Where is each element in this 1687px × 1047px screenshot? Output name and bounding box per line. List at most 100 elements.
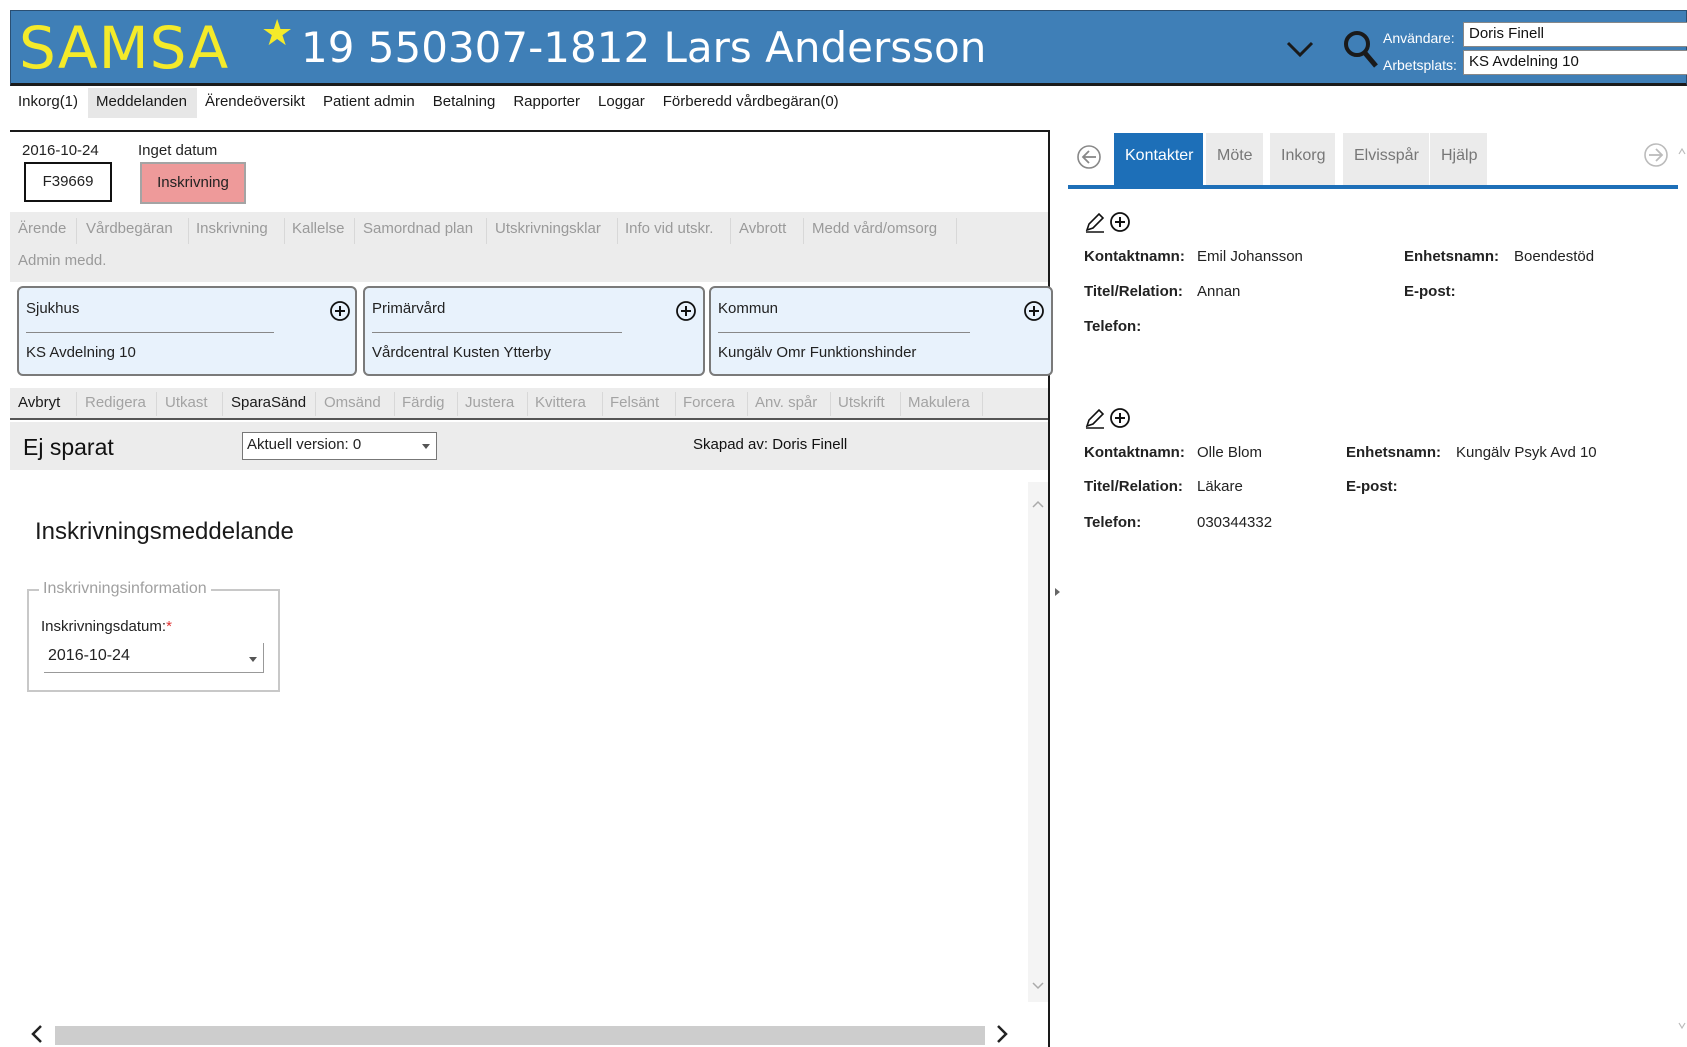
panel-splitter-icon[interactable]: [1055, 588, 1060, 596]
version-select[interactable]: Aktuell version: 0: [242, 432, 437, 460]
tab-elvisspar[interactable]: Elvisspår: [1343, 133, 1429, 185]
contact-name-label: Kontaktnamn:: [1084, 444, 1185, 461]
menu-forberedd-vardbegaran[interactable]: Förberedd vårdbegäran(0): [655, 88, 849, 118]
menu-inkorg[interactable]: Inkorg(1): [10, 88, 88, 118]
admission-date-label: Inskrivningsdatum:*: [41, 618, 172, 635]
admission-date-input[interactable]: 2016-10-24: [44, 643, 264, 673]
tab-vardbegaran[interactable]: Vårdbegäran: [86, 220, 173, 237]
contact-name-label: Kontaktnamn:: [1084, 248, 1185, 265]
workplace-field[interactable]: KS Avdelning 10: [1463, 50, 1687, 75]
add-circle-icon[interactable]: [329, 300, 351, 322]
created-by: Skapad av: Doris Finell: [693, 436, 848, 453]
back-arrow-icon[interactable]: [1075, 143, 1103, 171]
tab-admin-medd[interactable]: Admin medd.: [18, 252, 106, 269]
menu-arendeoversikt[interactable]: Ärendeöversikt: [197, 88, 315, 118]
action-felsant[interactable]: Felsänt: [610, 394, 659, 411]
tab-medd-vard-omsorg[interactable]: Medd vård/omsorg: [812, 220, 937, 237]
menu-betalning[interactable]: Betalning: [425, 88, 506, 118]
action-fardig[interactable]: Färdig: [402, 394, 445, 411]
email-label: E-post:: [1346, 478, 1398, 495]
case-panel: 2016-10-24 Inget datum F39669 Inskrivnin…: [10, 130, 1053, 1047]
horizontal-scrollbar[interactable]: [10, 1020, 1028, 1047]
card-kommun[interactable]: Kommun Kungälv Omr Funktionshinder: [709, 286, 1053, 376]
tab-kontakter[interactable]: Kontakter: [1114, 133, 1204, 185]
action-sparasand[interactable]: SparaSänd: [231, 394, 306, 411]
tab-arende[interactable]: Ärende: [18, 220, 66, 237]
tab-hjalp[interactable]: Hjälp: [1430, 133, 1488, 185]
tab-samordnad-plan[interactable]: Samordnad plan: [363, 220, 473, 237]
action-redigera[interactable]: Redigera: [85, 394, 146, 411]
phone-label: Telefon:: [1084, 318, 1142, 335]
title-relation: Läkare: [1197, 478, 1243, 495]
contact-name: Emil Johansson: [1197, 248, 1303, 265]
search-icon[interactable]: [1343, 29, 1379, 69]
title-relation-label: Titel/Relation:: [1084, 283, 1183, 300]
action-kvittera[interactable]: Kvittera: [535, 394, 586, 411]
tab-inskrivning[interactable]: Inskrivning: [196, 220, 268, 237]
admission-date-label-text: Inskrivningsdatum:: [41, 618, 167, 635]
action-justera[interactable]: Justera: [465, 394, 514, 411]
tab-avbrott[interactable]: Avbrott: [739, 220, 786, 237]
add-circle-icon[interactable]: [675, 300, 697, 322]
tab-kallelse[interactable]: Kallelse: [292, 220, 345, 237]
scroll-down-icon[interactable]: [1032, 982, 1044, 990]
action-anv-spar[interactable]: Anv. spår: [755, 394, 817, 411]
case-id: F39669: [24, 162, 112, 202]
tab-inkorg[interactable]: Inkorg: [1270, 133, 1336, 185]
menu-rapporter[interactable]: Rapporter: [505, 88, 590, 118]
contact-actions: [1085, 212, 1130, 233]
tab-mote[interactable]: Möte: [1206, 133, 1263, 185]
main-menu: Inkorg(1) Meddelanden Ärendeöversikt Pat…: [10, 88, 849, 118]
card-value: KS Avdelning 10: [26, 344, 136, 361]
action-utskrift[interactable]: Utskrift: [838, 394, 885, 411]
action-forcera[interactable]: Forcera: [683, 394, 735, 411]
menu-loggar[interactable]: Loggar: [590, 88, 655, 118]
save-status: Ej sparat: [23, 434, 114, 460]
side-panel-scrollbar[interactable]: [1678, 138, 1687, 1038]
action-makulera[interactable]: Makulera: [908, 394, 970, 411]
menu-patient-admin[interactable]: Patient admin: [315, 88, 425, 118]
add-circle-icon[interactable]: [1110, 408, 1130, 428]
dropdown-arrow-icon[interactable]: [249, 657, 257, 662]
contact-card: Kontaktnamn: Emil Johansson Enhetsnamn: …: [1084, 210, 1674, 340]
action-utkast[interactable]: Utkast: [165, 394, 208, 411]
tab-info-vid-utskr[interactable]: Info vid utskr.: [625, 220, 713, 237]
divider: [372, 332, 622, 333]
action-omsand[interactable]: Omsänd: [324, 394, 381, 411]
card-title: Sjukhus: [26, 300, 80, 317]
unit-name-label: Enhetsnamn:: [1404, 248, 1500, 265]
unit-name: Boendestöd: [1514, 248, 1595, 265]
title-relation: Annan: [1197, 283, 1241, 300]
workplace-label: Arbetsplats:: [1383, 57, 1457, 73]
forward-arrow-icon[interactable]: [1642, 141, 1670, 169]
card-primarvard[interactable]: Primärvård Vårdcentral Kusten Ytterby: [363, 286, 705, 376]
user-labels: Användare: Arbetsplats:: [1383, 25, 1457, 79]
app-logo[interactable]: SAMSA: [19, 19, 229, 77]
tab-utskrivningsklar[interactable]: Utskrivningsklar: [495, 220, 601, 237]
add-circle-icon[interactable]: [1110, 212, 1130, 232]
action-bar: Avbryt Redigera Utkast SparaSänd Omsänd …: [10, 388, 1048, 420]
scroll-up-icon[interactable]: [1032, 500, 1044, 508]
scroll-right-icon[interactable]: [995, 1024, 1009, 1044]
action-avbryt[interactable]: Avbryt: [18, 394, 60, 411]
vertical-scrollbar[interactable]: [1028, 482, 1048, 1002]
case-no-date: Inget datum: [138, 142, 218, 159]
add-circle-icon[interactable]: [1023, 300, 1045, 322]
save-bar: Ej sparat Aktuell version: 0 Skapad av: …: [10, 422, 1048, 470]
required-mark: *: [166, 618, 172, 635]
unit-name-label: Enhetsnamn:: [1346, 444, 1442, 461]
card-title: Primärvård: [372, 300, 446, 317]
unit-name: Kungälv Psyk Avd 10: [1456, 444, 1597, 461]
menu-meddelanden[interactable]: Meddelanden: [88, 88, 197, 118]
case-tabs: Ärende Vårdbegäran Inskrivning Kallelse …: [10, 212, 1048, 282]
form-title: Inskrivningsmeddelande: [35, 518, 294, 545]
scroll-thumb[interactable]: [55, 1026, 985, 1045]
edit-pencil-icon[interactable]: [1085, 408, 1105, 429]
card-sjukhus[interactable]: Sjukhus KS Avdelning 10: [17, 286, 357, 376]
phone-label: Telefon:: [1084, 514, 1142, 531]
chevron-down-icon[interactable]: [1285, 37, 1315, 61]
scroll-left-icon[interactable]: [30, 1024, 44, 1044]
favorite-star-icon[interactable]: ★: [261, 15, 293, 51]
user-field[interactable]: Doris Finell: [1463, 22, 1687, 47]
edit-pencil-icon[interactable]: [1085, 212, 1105, 233]
